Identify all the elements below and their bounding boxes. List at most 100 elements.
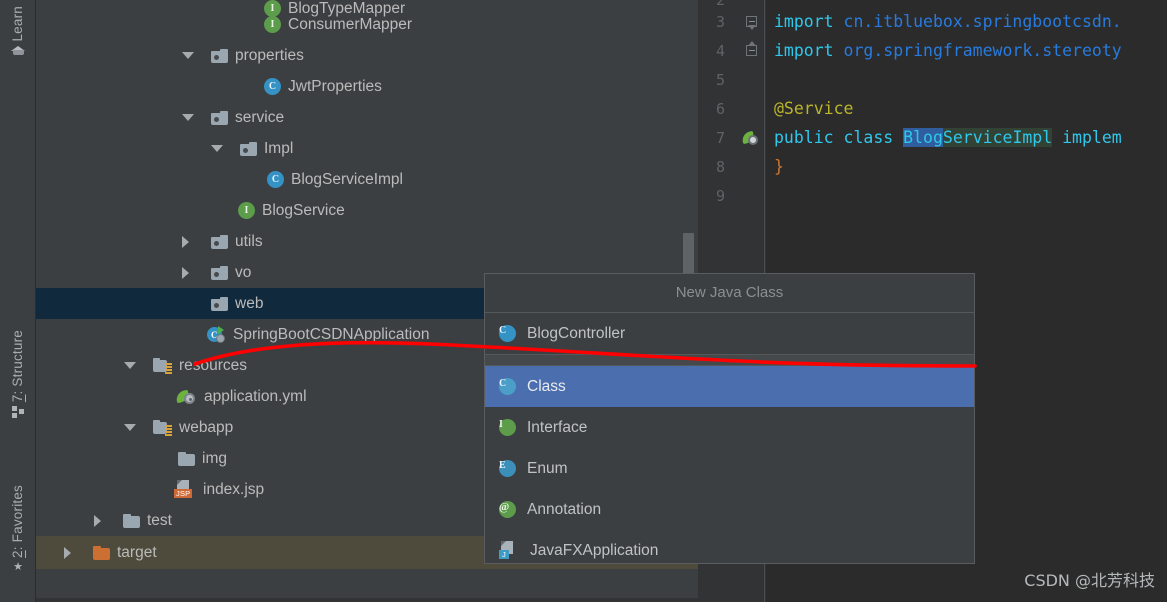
popup-item-class[interactable]: C Class	[485, 366, 974, 407]
keyword-class: class	[843, 128, 894, 147]
sidebar-tab-structure[interactable]: 7: Structure	[0, 330, 36, 423]
line-number: 9	[715, 187, 725, 205]
package-folder-icon	[211, 296, 228, 311]
chevron-down-icon[interactable]	[124, 362, 136, 369]
class-icon: C	[264, 78, 281, 95]
popup-item-label: Enum	[527, 459, 568, 477]
tree-row-impl[interactable]: Impl	[36, 133, 698, 164]
tree-row-label: test	[147, 512, 172, 529]
yaml-file-icon	[174, 389, 197, 405]
chevron-down-icon[interactable]	[182, 114, 194, 121]
line-number: 2	[715, 0, 725, 9]
keyword-implements: implem	[1062, 128, 1122, 147]
sidebar-tab-structure-label: 7: Structure	[10, 330, 25, 403]
popup-item-label: BlogController	[527, 324, 626, 342]
fold-collapse-icon[interactable]	[746, 16, 758, 30]
annotation-icon: @	[499, 501, 516, 518]
chevron-right-icon[interactable]	[182, 266, 189, 279]
line-number: 4	[715, 42, 725, 60]
spring-boot-app-icon: C	[207, 326, 226, 343]
jsp-file-icon: JSP	[174, 480, 196, 499]
popup-item-annotation[interactable]: @ Annotation	[485, 489, 974, 530]
tree-row-label: application.yml	[204, 388, 307, 405]
tree-row-label: JwtProperties	[288, 78, 382, 95]
folder-icon	[123, 513, 140, 528]
tree-row-label: service	[235, 109, 285, 126]
tree-row-label: vo	[235, 264, 252, 281]
line-number: 6	[715, 100, 725, 118]
tree-row-blogservice[interactable]: I BlogService	[36, 195, 698, 226]
keyword-import: import	[774, 12, 834, 31]
keyword-public: public	[774, 128, 834, 147]
sidebar-tab-favorites-label: 2: Favorites	[10, 485, 25, 558]
ide-window: Learn 7: Structure 2: Favorites ★ I Blog…	[0, 0, 1167, 602]
tree-row-jwtproperties[interactable]: C JwtProperties	[36, 71, 698, 102]
package-folder-icon	[211, 234, 228, 249]
tree-row-label: properties	[235, 47, 304, 64]
tree-row-label: BlogService	[262, 202, 345, 219]
tree-row-label: index.jsp	[203, 481, 265, 498]
resource-folder-icon	[153, 358, 172, 374]
chevron-right-icon[interactable]	[94, 514, 101, 527]
class-icon: C	[499, 378, 516, 395]
interface-icon: I	[238, 202, 255, 219]
interface-icon: I	[499, 419, 516, 436]
popup-item-label: Annotation	[527, 500, 602, 518]
import-package-3: cn.itbluebox.springbootcsdn.	[843, 12, 1122, 31]
tree-row-blogserviceimpl[interactable]: C BlogServiceImpl	[36, 164, 698, 195]
line-number: 5	[715, 71, 725, 89]
keyword-import: import	[774, 41, 834, 60]
new-java-class-popup[interactable]: New Java Class C BlogController C Class …	[484, 273, 975, 564]
code-line-7: public class BlogServiceImpl implem	[774, 128, 1122, 147]
sidebar-tab-learn-label: Learn	[10, 6, 25, 42]
popup-item-interface[interactable]: I Interface	[485, 407, 974, 448]
tree-row-label: img	[202, 450, 227, 467]
tree-row-label: BlogServiceImpl	[291, 171, 403, 188]
sidebar-tab-favorites[interactable]: 2: Favorites ★	[0, 485, 36, 577]
tree-row-label: target	[117, 544, 157, 561]
interface-icon: I	[264, 16, 281, 33]
left-tool-strip: Learn 7: Structure 2: Favorites ★	[0, 0, 36, 602]
fold-collapse-end-icon[interactable]	[746, 41, 758, 57]
class-icon: C	[499, 325, 516, 342]
csdn-watermark: CSDN @北芳科技	[1024, 571, 1155, 590]
chevron-down-icon[interactable]	[211, 145, 223, 152]
line-number: 3	[715, 13, 725, 31]
popup-item-javafxapplication[interactable]: J JavaFXApplication	[485, 530, 974, 571]
tree-row-consumermapper[interactable]: I ConsumerMapper	[36, 9, 698, 40]
package-folder-icon	[211, 48, 228, 63]
graduation-cap-icon	[10, 45, 26, 57]
tree-row-utils[interactable]: utils	[36, 226, 698, 257]
orange-folder-icon	[93, 545, 110, 560]
tree-row-service[interactable]: service	[36, 102, 698, 133]
tree-row-label: utils	[235, 233, 263, 250]
sidebar-tab-learn[interactable]: Learn	[0, 6, 36, 61]
chevron-right-icon[interactable]	[64, 546, 71, 559]
import-package-4: org.springframework.stereoty	[843, 41, 1122, 60]
resource-folder-icon	[153, 420, 172, 436]
tree-row-label: webapp	[179, 419, 234, 436]
tree-row-label: SpringBootCSDNApplication	[233, 326, 430, 343]
popup-item-label: Interface	[527, 418, 588, 436]
chevron-down-icon[interactable]	[124, 424, 136, 431]
popup-separator	[485, 354, 974, 366]
chevron-down-icon[interactable]	[182, 52, 194, 59]
popup-item-label: JavaFXApplication	[530, 541, 659, 559]
code-line-8-brace: }	[774, 157, 784, 176]
run-spring-gutter-icon[interactable]	[740, 130, 759, 148]
code-line-4: import org.springframework.stereoty	[774, 41, 1122, 60]
tree-row-label: ConsumerMapper	[288, 16, 413, 33]
tree-bottom-strip	[36, 598, 698, 602]
popup-item-blogcontroller[interactable]: C BlogController	[485, 313, 974, 354]
selected-class-name-part[interactable]: Blog	[903, 128, 943, 147]
code-line-3: import cn.itbluebox.springbootcsdn.	[774, 12, 1122, 31]
popup-item-enum[interactable]: E Enum	[485, 448, 974, 489]
package-folder-icon	[211, 110, 228, 125]
tree-row-label: resources	[179, 357, 248, 374]
chevron-right-icon[interactable]	[182, 235, 189, 248]
package-folder-icon	[211, 265, 228, 280]
tree-row-label: Impl	[264, 140, 294, 157]
code-line-6-annotation: @Service	[774, 99, 854, 118]
star-icon: ★	[13, 560, 23, 573]
tree-row-properties[interactable]: properties	[36, 40, 698, 71]
